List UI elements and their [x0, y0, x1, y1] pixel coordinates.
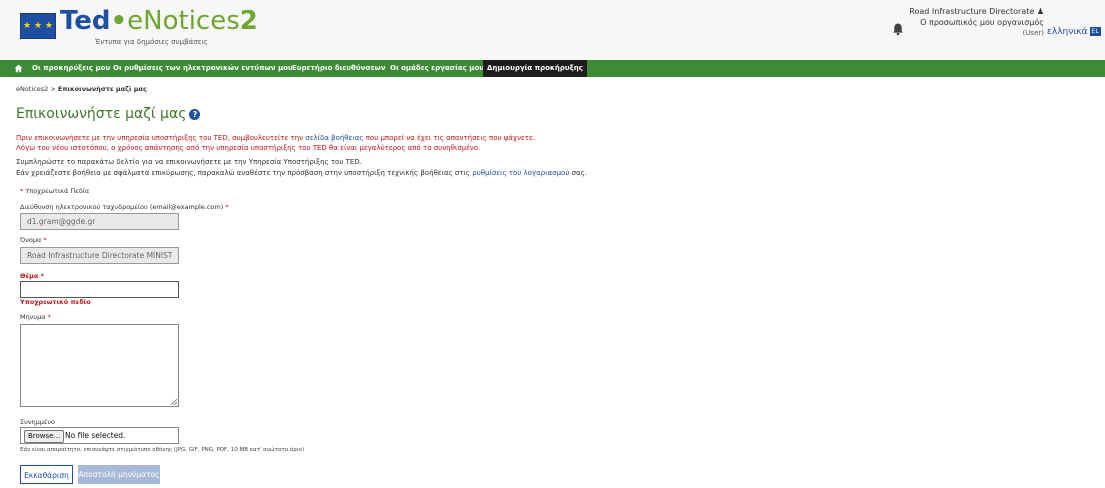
no-file-text: No file selected.: [65, 431, 126, 440]
browse-button[interactable]: Browse...: [24, 430, 65, 443]
user-menu[interactable]: Road Infrastructure Directorate ♟ Ο προσ…: [909, 6, 1044, 39]
nav-address-book[interactable]: Ευρετήριο διευθύνσεων: [292, 60, 386, 77]
message-label: Μήνυμα *: [20, 313, 51, 321]
breadcrumb-root[interactable]: eNotices2: [16, 85, 48, 93]
help-icon[interactable]: ?: [189, 109, 201, 120]
email-label: Διεύθυνση ηλεκτρονικού ταχυδρομείου (ema…: [20, 203, 229, 211]
email-label-text: Διεύθυνση ηλεκτρονικού ταχυδρομείου (ema…: [20, 203, 224, 211]
user-role: (User): [1022, 29, 1044, 37]
help-warning-post: που μπορεί να έχει τις απαντήσεις που ψά…: [363, 134, 535, 142]
delay-warning: Λόγω του νέου ιστοτόπου, ο χρόνος απάντη…: [16, 144, 481, 152]
help-warning-pre: Πριν επικοινωνήσετε με την υπηρεσία υποσ…: [16, 134, 306, 142]
name-label-text: Όνομα: [20, 236, 42, 244]
breadcrumb-separator: >: [50, 85, 56, 93]
help-warning: Πριν επικοινωνήσετε με την υπηρεσία υποσ…: [16, 134, 535, 142]
nav-my-form-settings[interactable]: Οι ρυθμίσεις των ηλεκτρονικών εντύπων μο…: [113, 60, 293, 77]
app-header: ★ ★ ★ Ted•eNotices2 Έντυπα για δημόσιες …: [0, 0, 1105, 60]
form-intro: Συμπληρώστε το παρακάτω δελτίο για να επ…: [16, 158, 362, 166]
user-profile-link[interactable]: Ο προσωπικός μου οργανισμός: [909, 17, 1044, 28]
subject-label-text: Θέμα: [20, 272, 39, 280]
attachment-label: Συνημμένο: [20, 418, 56, 426]
attachment-input[interactable]: Browse... No file selected.: [20, 427, 179, 444]
user-icon: ♟: [1036, 7, 1044, 16]
resize-handle-icon[interactable]: [170, 398, 177, 405]
required-legend: * Υποχρεωτικά Πεδία: [20, 187, 90, 195]
speech-bubble-icon: [36, 32, 48, 39]
validation-help-note: Εάν χρειάζεστε βοήθεια με σφάλματα επικύ…: [16, 169, 587, 177]
logo-wordmark: Ted•eNotices2: [60, 6, 258, 36]
subject-field[interactable]: [20, 281, 179, 298]
clear-button[interactable]: Εκκαθάριση: [20, 465, 73, 484]
validation-help-pre: Εάν χρειάζεστε βοήθεια με σφάλματα επικύ…: [16, 169, 473, 177]
help-page-link[interactable]: σελίδα βοήθειας: [305, 134, 363, 142]
page-title-text: Επικοινωνήστε μαζί μας: [16, 106, 187, 122]
nav-create-notice[interactable]: Δημιουργία προκήρυξης: [483, 60, 587, 77]
attachment-hint: Εάν είναι απαραίτητο, επισυνάψτε στιγμιό…: [20, 447, 305, 453]
message-textarea[interactable]: [20, 324, 179, 407]
subject-error: Υποχρεωτικό πεδίο: [20, 298, 91, 306]
home-icon[interactable]: [14, 64, 23, 73]
nav-my-notices[interactable]: Οι προκηρύξεις μου: [32, 60, 110, 77]
account-settings-link[interactable]: ρυθμίσεις του λογαριασμού: [472, 169, 569, 177]
validation-help-post: σας.: [569, 169, 587, 177]
user-org: Road Infrastructure Directorate: [909, 7, 1035, 16]
breadcrumb-current: Επικοινωνήστε μαζί μας: [57, 85, 147, 93]
language-selector[interactable]: ελληνικά EL: [1047, 27, 1101, 37]
bell-icon[interactable]: [891, 22, 905, 36]
send-message-button[interactable]: Αποστολή μηνύματος: [78, 465, 160, 484]
logo-subtitle: Έντυπα για δημόσιες συμβάσεις: [95, 38, 208, 46]
subject-label: Θέμα *: [20, 272, 45, 280]
page-title: Επικοινωνήστε μαζί μας?: [16, 105, 201, 123]
name-label: Όνομα *: [20, 236, 47, 244]
nav-my-workgroups[interactable]: Οι ομάδες εργασίας μου: [390, 60, 484, 77]
email-field[interactable]: [20, 213, 179, 230]
main-nav: Οι προκηρύξεις μου Οι ρυθμίσεις των ηλεκ…: [0, 60, 1105, 77]
language-label: ελληνικά: [1047, 27, 1088, 37]
required-legend-text: Υποχρεωτικά Πεδία: [25, 187, 90, 195]
breadcrumb: eNotices2 > Επικοινωνήστε μαζί μας: [16, 85, 147, 93]
message-label-text: Μήνυμα: [20, 313, 46, 321]
name-field[interactable]: [20, 247, 179, 264]
language-badge: EL: [1089, 27, 1101, 36]
